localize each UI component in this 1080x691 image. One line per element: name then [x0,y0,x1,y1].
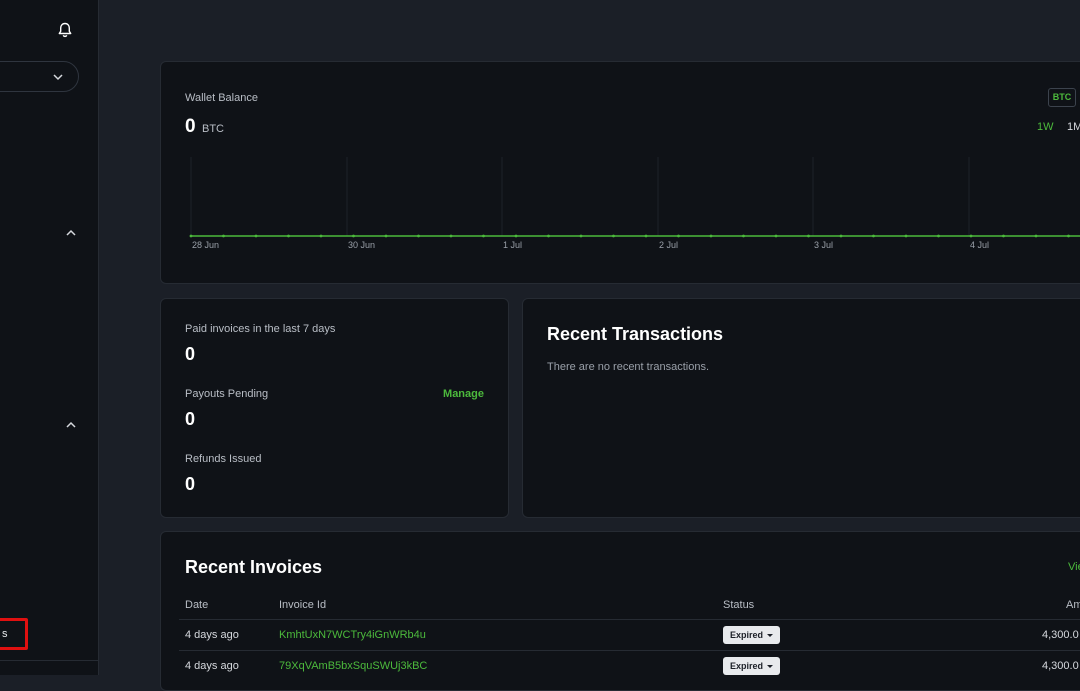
chart-data-point [612,234,615,238]
balance-chart: 28 Jun 30 Jun 1 Jul 2 Jul 3 Jul 4 Jul [189,157,1080,250]
chevron-up-icon[interactable] [65,420,77,430]
divider [0,660,99,661]
payouts-pending-value: 0 [185,409,196,429]
chart-x-tick-label: 3 Jul [814,240,833,250]
bell-icon[interactable] [57,22,73,38]
chart-data-point [189,234,193,238]
status-dropdown[interactable]: Expired [723,626,780,644]
refunds-issued-value: 0 [185,474,196,494]
column-header-status[interactable]: Status [723,599,754,611]
divider [179,619,1080,620]
chart-data-point [254,234,258,238]
chart-data-point [937,234,940,238]
chart-x-tick-label: 2 Jul [659,240,678,250]
chart-data-point [1002,234,1005,238]
chart-data-point [807,234,810,238]
column-header-date[interactable]: Date [185,599,208,611]
chart-data-point [1034,234,1038,238]
paid-invoices-value: 0 [185,344,196,364]
chart-data-point [319,234,323,238]
refunds-issued-label: Refunds Issued [185,453,262,465]
chart-data-point [677,234,680,238]
chart-data-point [742,234,745,238]
recent-invoices-card: Recent Invoices Vie Date Invoice Id Stat… [160,531,1080,691]
chart-data-point [449,234,453,238]
chart-data-point [644,234,648,238]
column-header-invoice-id[interactable]: Invoice Id [279,599,326,611]
recent-transactions-title: Recent Transactions [547,324,724,344]
column-header-amount[interactable]: Am [1066,599,1080,611]
chart-data-point [1067,234,1070,238]
status-label: Expired [730,630,764,640]
status-dropdown[interactable]: Expired [723,657,780,675]
chart-data-point [904,234,908,238]
invoice-id-link[interactable]: KmhtUxN7WCTry4iGnWRb4u [279,629,426,641]
status-label: Expired [730,661,764,671]
chart-data-point [482,234,485,238]
invoice-date: 4 days ago [185,660,239,672]
chart-data-point [709,234,713,238]
recent-transactions-empty: There are no recent transactions. [547,361,710,373]
sidebar-item-label: s [2,628,8,640]
chart-x-tick-label: 1 Jul [503,240,522,250]
chart-data-point [774,234,778,238]
recent-transactions-card: Recent Transactions There are no recent … [522,298,1080,518]
chart-data-point [417,234,420,238]
chevron-down-icon [53,74,63,81]
invoice-amount: 4,300.0 [1042,629,1079,641]
caret-down-icon [767,634,774,637]
chart-x-tick-label: 4 Jul [970,240,989,250]
wallet-balance-card: Wallet Balance 0 BTC BTC 1W 1M 28 Jun 30 … [160,61,1080,284]
chevron-up-icon[interactable] [65,228,77,238]
chart-data-point [514,234,518,238]
sidebar: s [0,0,99,675]
chart-data-point [352,234,355,238]
chart-data-point [969,234,973,238]
recent-invoices-title: Recent Invoices [185,557,323,577]
chart-data-point [579,234,583,238]
invoice-amount: 4,300.0 [1042,660,1079,672]
chart-data-point [839,234,843,238]
invoice-date: 4 days ago [185,629,239,641]
sidebar-item-highlighted[interactable]: s [0,618,28,650]
chart-data-point [222,234,225,238]
divider [179,650,1080,651]
store-selector[interactable] [0,61,79,92]
view-all-invoices-link[interactable]: Vie [1068,561,1080,573]
invoice-id-link[interactable]: 79XqVAmB5bxSquSWUj3kBC [279,660,427,672]
invoice-stats-card: Paid invoices in the last 7 days 0 Payou… [160,298,509,518]
chart-x-tick-label: 30 Jun [348,240,375,250]
chart-data-point [287,234,290,238]
chart-x-tick-label: 28 Jun [192,240,219,250]
chart-data-point [547,234,550,238]
chart-data-point [872,234,875,238]
paid-invoices-label: Paid invoices in the last 7 days [185,323,336,335]
manage-payouts-link[interactable]: Manage [443,388,484,400]
caret-down-icon [767,665,774,668]
payouts-pending-label: Payouts Pending [185,388,269,400]
chart-data-point [384,234,388,238]
